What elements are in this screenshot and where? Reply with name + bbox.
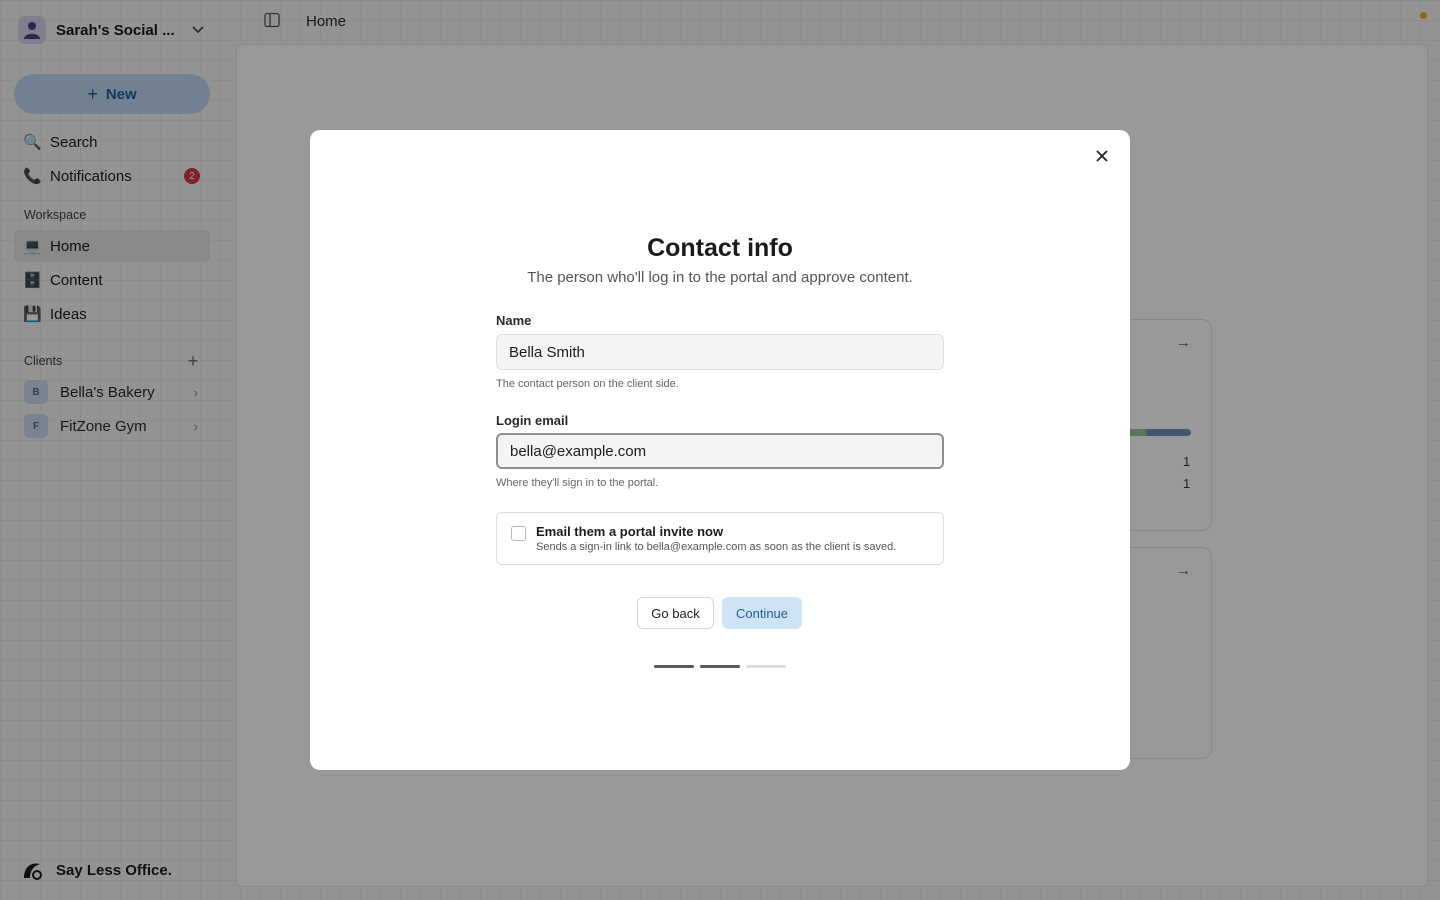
modal-title: Contact info (647, 234, 793, 262)
continue-button[interactable]: Continue (722, 597, 802, 629)
login-email-help-text: Where they'll sign in to the portal. (496, 477, 659, 489)
go-back-button[interactable]: Go back (637, 597, 714, 629)
modal-subtitle: The person who'll log in to the portal a… (527, 269, 913, 286)
step-indicator-2 (700, 665, 740, 668)
name-input[interactable] (496, 334, 944, 370)
login-email-input[interactable] (496, 433, 944, 469)
step-indicator-3 (746, 665, 786, 668)
close-icon[interactable] (1094, 148, 1110, 164)
login-email-label: Login email (496, 413, 569, 428)
portal-invite-option[interactable]: Email them a portal invite now Sends a s… (496, 512, 944, 565)
name-label: Name (496, 313, 532, 328)
invite-description: Sends a sign-in link to bella@example.co… (536, 541, 897, 553)
invite-checkbox[interactable] (511, 526, 526, 541)
invite-title: Email them a portal invite now (536, 524, 724, 539)
name-help-text: The contact person on the client side. (496, 378, 679, 390)
contact-info-modal: Contact info The person who'll log in to… (310, 130, 1130, 770)
step-indicator-1 (654, 665, 694, 668)
